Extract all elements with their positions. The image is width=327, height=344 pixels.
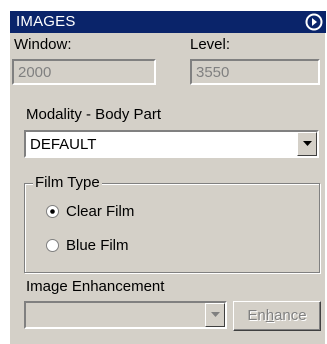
enhance-button-label: Enhance (247, 307, 307, 324)
modality-value: DEFAULT (30, 136, 97, 153)
radio-unselected-icon (46, 239, 59, 252)
level-value: 3550 (196, 64, 230, 81)
blue-film-label: Blue Film (66, 237, 129, 254)
modality-dropdown-button[interactable] (297, 132, 317, 156)
enhancement-dropdown-button[interactable] (205, 303, 225, 327)
enhancement-select[interactable] (24, 301, 227, 329)
chevron-down-icon (303, 141, 312, 146)
chevron-down-icon (211, 312, 220, 317)
enhance-button[interactable]: Enhance (233, 301, 321, 331)
modality-select[interactable]: DEFAULT (24, 130, 319, 158)
level-field[interactable]: 3550 (190, 59, 320, 85)
panel-title: IMAGES (16, 13, 76, 30)
collapse-arrow-icon[interactable] (305, 13, 323, 31)
level-label: Level: (190, 36, 231, 53)
film-type-legend: Film Type (33, 174, 102, 191)
clear-film-label: Clear Film (66, 203, 135, 220)
window-field[interactable]: 2000 (12, 59, 156, 85)
radio-selected-icon (46, 205, 59, 218)
window-label: Window: (14, 36, 72, 53)
enhancement-label: Image Enhancement (26, 278, 165, 295)
modality-label: Modality - Body Part (26, 106, 162, 123)
images-panel: IMAGES Window: Level: 2000 3550 Modality… (9, 10, 326, 344)
film-type-group: Film Type Clear Film Blue Film (24, 174, 320, 273)
window-value: 2000 (18, 64, 52, 81)
panel-titlebar: IMAGES (10, 11, 326, 33)
